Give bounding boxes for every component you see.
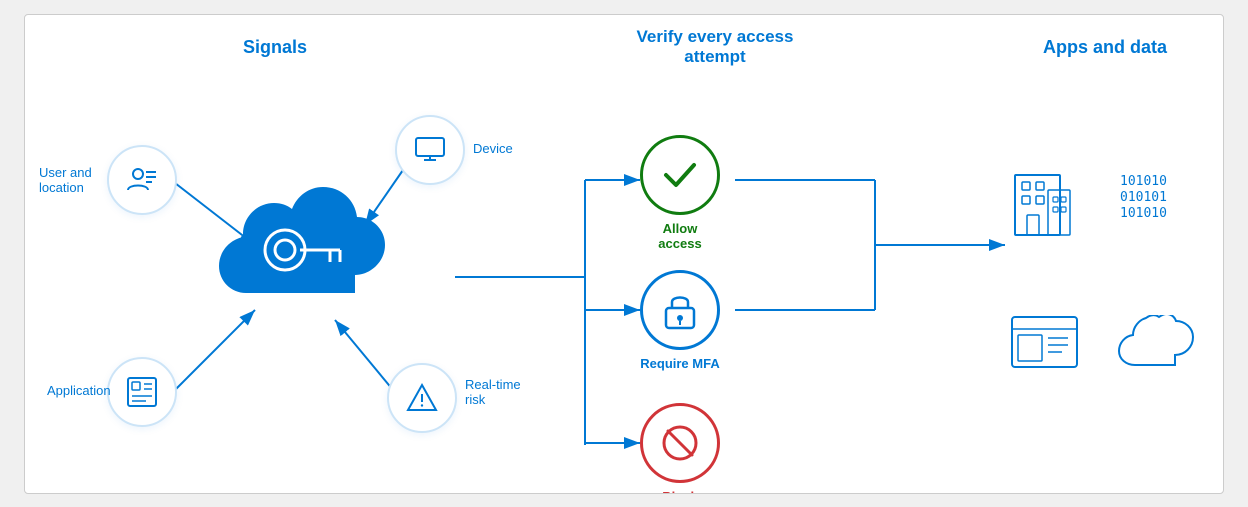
cloud-key-container [185, 165, 405, 325]
application-svg [124, 374, 160, 410]
svg-text:101010: 101010 [1120, 206, 1167, 221]
require-mfa-circle [640, 270, 720, 350]
binary-data-icon-group: 101010 010101 101010 [1115, 165, 1195, 240]
svg-text:010101: 010101 [1120, 190, 1167, 205]
block-icon [658, 421, 702, 465]
checkmark-icon [658, 153, 702, 197]
device-svg [412, 132, 448, 168]
device-icon-circle [395, 115, 465, 185]
allow-access-label: Allow access [640, 221, 720, 251]
lock-icon [660, 288, 700, 332]
realtime-risk-icon-circle [387, 363, 457, 433]
user-location-label: User andlocation [39, 165, 92, 195]
realtime-risk-svg [404, 380, 440, 416]
cloud-storage-svg [1115, 315, 1195, 370]
require-mfa-group: Require MFA [640, 270, 720, 371]
block-access-circle [640, 403, 720, 483]
user-location-svg [124, 162, 160, 198]
allow-access-group: Allow access [640, 135, 720, 251]
signals-title: Signals [135, 37, 415, 58]
require-mfa-label: Require MFA [640, 356, 720, 371]
block-access-group: Block access [640, 403, 720, 494]
application-icon-circle [107, 357, 177, 427]
allow-access-circle [640, 135, 720, 215]
app-window-icon-group [1010, 315, 1080, 375]
verify-title: Verify every access attempt [615, 27, 815, 67]
binary-svg: 101010 010101 101010 [1115, 165, 1195, 235]
realtime-risk-label: Real-timerisk [465, 377, 521, 407]
diagram-container: Signals Verify every access attempt Apps… [24, 14, 1224, 494]
app-window-svg [1010, 315, 1080, 370]
application-label: Application [47, 383, 111, 398]
cloud-storage-icon-group [1115, 315, 1195, 375]
cloud-key-svg [185, 165, 405, 325]
device-label: Device [473, 141, 513, 156]
user-location-icon-circle [107, 145, 177, 215]
apps-data-title: Apps and data [1015, 37, 1195, 58]
building-svg [1010, 160, 1080, 240]
block-access-label: Block access [640, 489, 720, 494]
building-icon-group [1010, 160, 1080, 245]
svg-text:101010: 101010 [1120, 174, 1167, 189]
